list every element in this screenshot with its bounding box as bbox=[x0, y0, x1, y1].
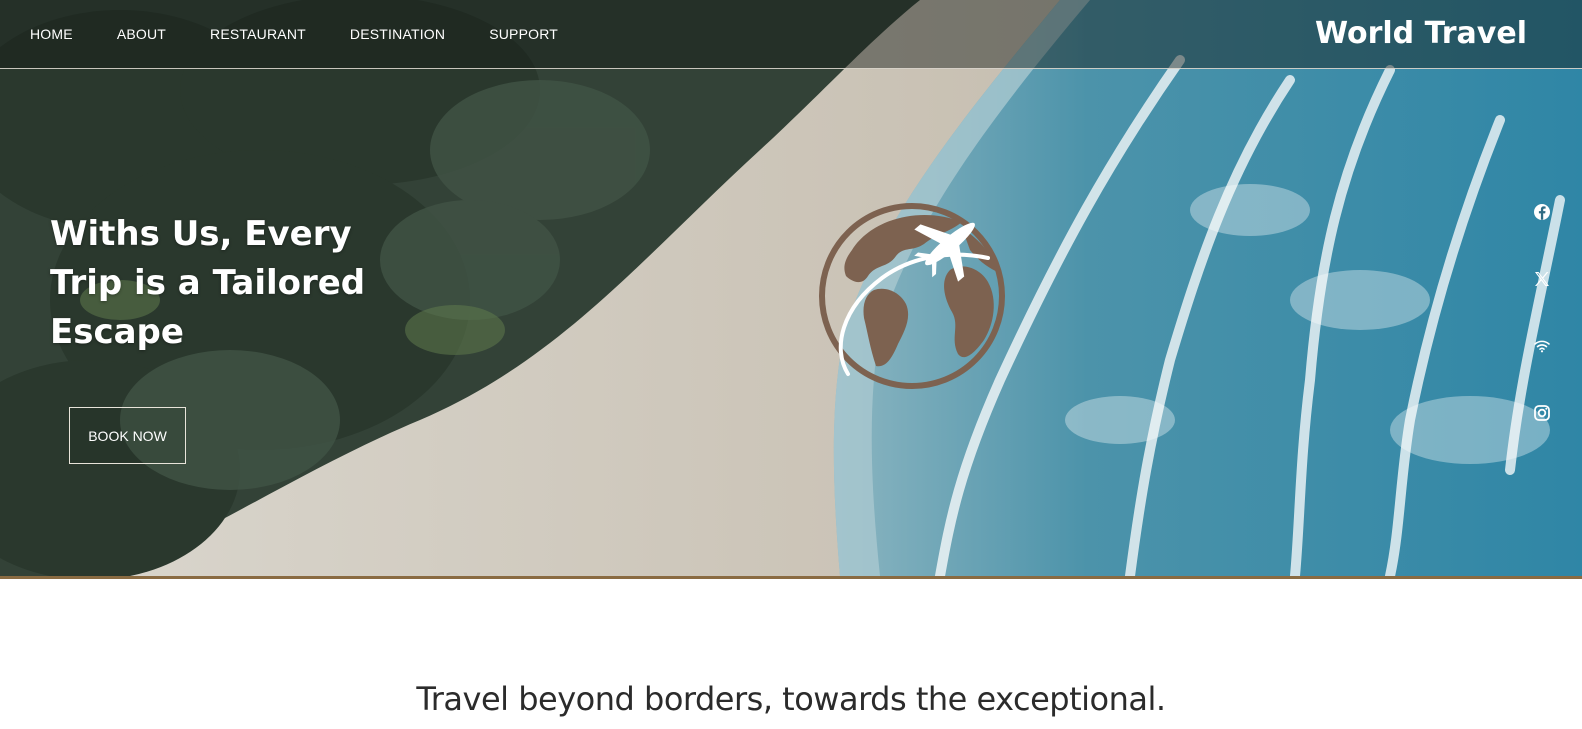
brand-logo-text[interactable]: World Travel bbox=[1315, 16, 1527, 51]
nav-destination-link[interactable]: DESTINATION bbox=[350, 26, 445, 42]
x-icon[interactable] bbox=[1530, 267, 1554, 291]
instagram-icon[interactable] bbox=[1530, 401, 1554, 425]
hero-section: HOME ABOUT RESTAURANT DESTINATION SUPPOR… bbox=[0, 0, 1582, 579]
nav-home-link[interactable]: HOME bbox=[30, 26, 73, 42]
globe-airplane-icon bbox=[819, 203, 1005, 389]
facebook-icon[interactable] bbox=[1530, 200, 1554, 224]
nav-about-link[interactable]: ABOUT bbox=[117, 26, 166, 42]
top-nav: HOME ABOUT RESTAURANT DESTINATION SUPPOR… bbox=[0, 0, 1582, 69]
book-now-button[interactable]: BOOK NOW bbox=[69, 407, 186, 464]
nav-restaurant-link[interactable]: RESTAURANT bbox=[210, 26, 306, 42]
tagline-heading: Travel beyond borders, towards the excep… bbox=[416, 680, 1166, 718]
nav-support-link[interactable]: SUPPORT bbox=[489, 26, 558, 42]
hero-headline: Withs Us, Every Trip is a Tailored Escap… bbox=[50, 214, 366, 352]
social-links bbox=[1530, 200, 1554, 468]
nav-menu: HOME ABOUT RESTAURANT DESTINATION SUPPOR… bbox=[30, 26, 602, 42]
wifi-icon[interactable] bbox=[1530, 334, 1554, 358]
